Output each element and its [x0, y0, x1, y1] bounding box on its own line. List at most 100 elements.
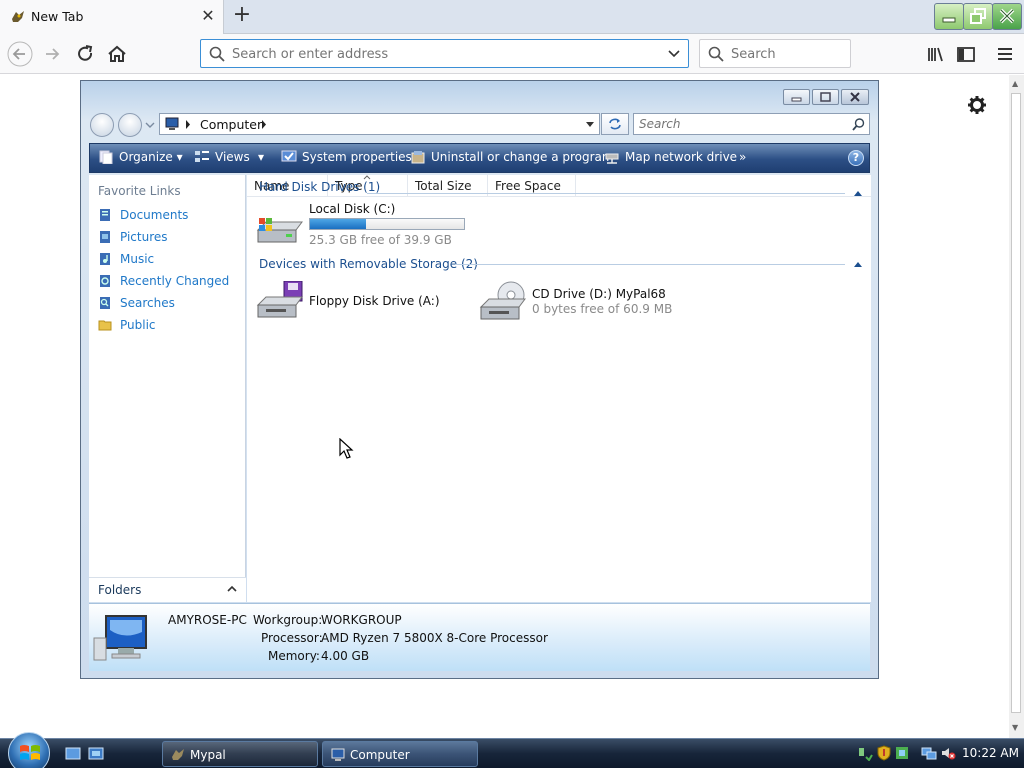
scroll-down-icon[interactable]: ▼ — [1012, 723, 1018, 732]
collapse-group-icon[interactable] — [853, 260, 863, 268]
taskbar: Mypal Computer 10:22 AM — [0, 732, 1024, 768]
processor-value: AMD Ryzen 7 5800X 8-Core Processor — [321, 631, 548, 645]
minimize-button[interactable] — [934, 3, 964, 30]
reload-icon[interactable] — [72, 41, 98, 67]
recently-changed-icon — [100, 275, 110, 287]
organize-button[interactable]: Organize ▾ — [98, 150, 183, 164]
explorer-address-box[interactable]: Computer — [159, 113, 600, 135]
breadcrumb-arrow-icon[interactable] — [185, 120, 191, 129]
drive-free-space: 0 bytes free of 60.9 MB — [532, 302, 673, 316]
url-input[interactable] — [232, 45, 652, 63]
back-icon[interactable] — [7, 41, 33, 67]
home-icon[interactable] — [104, 41, 130, 67]
forward-icon[interactable] — [40, 41, 66, 67]
address-bar[interactable] — [200, 39, 689, 68]
favorite-link-searches[interactable]: Searches — [98, 296, 175, 314]
uninstall-icon — [411, 151, 425, 164]
menu-icon[interactable] — [992, 41, 1018, 67]
close-tab-icon[interactable]: ✕ — [199, 7, 217, 25]
map-drive-label: Map network drive — [625, 150, 738, 164]
drive-name-floppy[interactable]: Floppy Disk Drive (A:) — [309, 294, 440, 308]
restore-button[interactable] — [963, 3, 993, 30]
search-input[interactable] — [731, 45, 841, 63]
mouse-cursor-icon — [339, 438, 354, 459]
views-dropdown-icon[interactable]: ▾ — [258, 150, 264, 164]
favorite-link-music[interactable]: Music — [98, 252, 154, 270]
windows-update-icon[interactable] — [894, 745, 910, 761]
processor-label: Processor: — [261, 631, 323, 645]
drive-name-cd[interactable]: CD Drive (D:) MyPal68 — [532, 287, 666, 301]
search-bar[interactable] — [699, 39, 851, 68]
uninstall-program-button[interactable]: Uninstall or change a program — [410, 150, 614, 164]
start-button[interactable] — [8, 732, 50, 768]
show-desktop-icon[interactable] — [65, 746, 81, 762]
views-icon — [195, 151, 209, 162]
favorite-link-label: Searches — [120, 296, 175, 310]
minimize-icon — [942, 17, 956, 23]
drive-name-local-disk[interactable]: Local Disk (C:) — [309, 202, 395, 216]
taskbar-button-computer[interactable]: Computer — [322, 741, 478, 767]
help-icon[interactable]: ? — [848, 150, 864, 166]
folders-toggle[interactable]: Folders — [89, 577, 246, 602]
computer-icon — [331, 748, 345, 761]
gear-icon[interactable] — [966, 94, 988, 116]
floppy-drive-icon[interactable] — [256, 281, 304, 321]
map-network-drive-button[interactable]: Map network drive — [604, 150, 737, 164]
breadcrumb-computer[interactable]: Computer — [200, 117, 262, 132]
network-tray-icon[interactable] — [857, 745, 873, 761]
browser-tab[interactable]: New Tab ✕ — [0, 0, 224, 34]
scroll-up-icon[interactable]: ▲ — [1012, 79, 1018, 88]
drive-free-space: 25.3 GB free of 39.9 GB — [309, 233, 452, 247]
chevron-down-icon[interactable] — [666, 47, 682, 61]
searches-icon — [100, 297, 110, 309]
scrollbar-thumb[interactable] — [1011, 93, 1021, 713]
public-folder-icon — [98, 320, 112, 331]
taskbar-label: Mypal — [190, 748, 226, 762]
system-properties-button[interactable]: System properties — [281, 150, 412, 164]
cd-drive-icon[interactable] — [479, 281, 527, 323]
breadcrumb-arrow-icon[interactable] — [261, 120, 267, 129]
favorite-link-documents[interactable]: Documents — [98, 208, 188, 226]
more-commands-icon[interactable]: » — [739, 150, 746, 164]
network-connection-icon[interactable] — [921, 745, 937, 761]
switch-windows-icon[interactable] — [88, 746, 104, 762]
explorer-back-button[interactable] — [90, 113, 114, 137]
close-window-button[interactable] — [992, 3, 1022, 30]
explorer-minimize-button[interactable] — [783, 89, 810, 105]
search-icon[interactable] — [852, 118, 865, 131]
favorite-link-pictures[interactable]: Pictures — [98, 230, 168, 248]
explorer-forward-button[interactable] — [118, 113, 142, 137]
taskbar-button-mypal[interactable]: Mypal — [162, 741, 318, 767]
explorer-search-input[interactable] — [639, 117, 839, 131]
group-header-removable-storage[interactable]: Devices with Removable Storage (2) — [259, 257, 478, 271]
volume-muted-icon[interactable] — [940, 745, 956, 761]
views-button[interactable]: Views — [194, 150, 250, 164]
music-icon — [100, 253, 110, 265]
sidebar-icon[interactable] — [953, 41, 979, 67]
chevron-down-icon[interactable] — [585, 121, 595, 128]
explorer-maximize-button[interactable] — [812, 89, 839, 105]
history-dropdown-icon[interactable] — [145, 121, 155, 129]
restore-icon — [970, 8, 986, 24]
group-header-hard-disk-drives[interactable]: Hard Disk Drives (1) — [259, 180, 380, 194]
new-tab-button[interactable]: + — [230, 4, 254, 28]
collapse-group-icon[interactable] — [853, 189, 863, 197]
explorer-search-box[interactable] — [633, 113, 870, 135]
pictures-icon — [100, 231, 110, 243]
favorite-link-recently-changed[interactable]: Recently Changed — [98, 274, 229, 292]
favorite-link-label: Documents — [120, 208, 189, 222]
hard-disk-icon[interactable] — [256, 212, 304, 246]
mypal-icon — [172, 749, 184, 760]
explorer-close-button[interactable] — [841, 89, 869, 105]
taskbar-clock[interactable]: 10:22 AM — [962, 746, 1019, 760]
library-icon[interactable] — [922, 41, 948, 67]
page-scrollbar[interactable]: ▲ ▼ — [1009, 75, 1024, 738]
group-divider — [455, 264, 845, 265]
favorite-link-public[interactable]: Public — [98, 318, 156, 336]
browser-nav-bar — [0, 34, 1024, 74]
search-icon — [708, 46, 724, 62]
explorer-address-row: Computer — [89, 113, 870, 137]
security-shield-icon[interactable] — [876, 745, 892, 761]
explorer-refresh-button[interactable] — [601, 113, 629, 135]
workgroup-label: Workgroup: — [253, 613, 323, 627]
